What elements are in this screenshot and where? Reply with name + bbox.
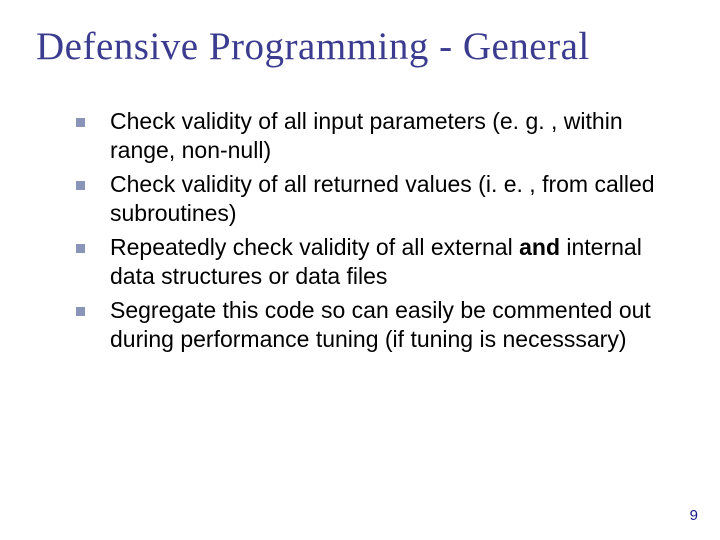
- slide: Defensive Programming - General Check va…: [0, 0, 720, 540]
- page-number: 9: [690, 507, 698, 524]
- list-item: Check validity of all returned values (i…: [76, 170, 684, 229]
- bullet-text-pre: Check validity of all returned values (i…: [110, 171, 655, 226]
- list-item: Segregate this code so can easily be com…: [76, 296, 684, 355]
- list-item: Repeatedly check validity of all externa…: [76, 233, 684, 292]
- bullet-square-icon: [76, 181, 85, 190]
- bullet-square-icon: [76, 307, 85, 316]
- list-item: Check validity of all input parameters (…: [76, 107, 684, 166]
- bullet-text-bold: and: [519, 234, 560, 260]
- bullet-list: Check validity of all input parameters (…: [36, 107, 684, 355]
- bullet-square-icon: [76, 244, 85, 253]
- bullet-square-icon: [76, 118, 85, 127]
- bullet-text-pre: Segregate this code so can easily be com…: [110, 297, 651, 352]
- slide-title: Defensive Programming - General: [36, 24, 684, 69]
- bullet-text-pre: Check validity of all input parameters (…: [110, 108, 623, 163]
- bullet-text-pre: Repeatedly check validity of all externa…: [110, 234, 519, 260]
